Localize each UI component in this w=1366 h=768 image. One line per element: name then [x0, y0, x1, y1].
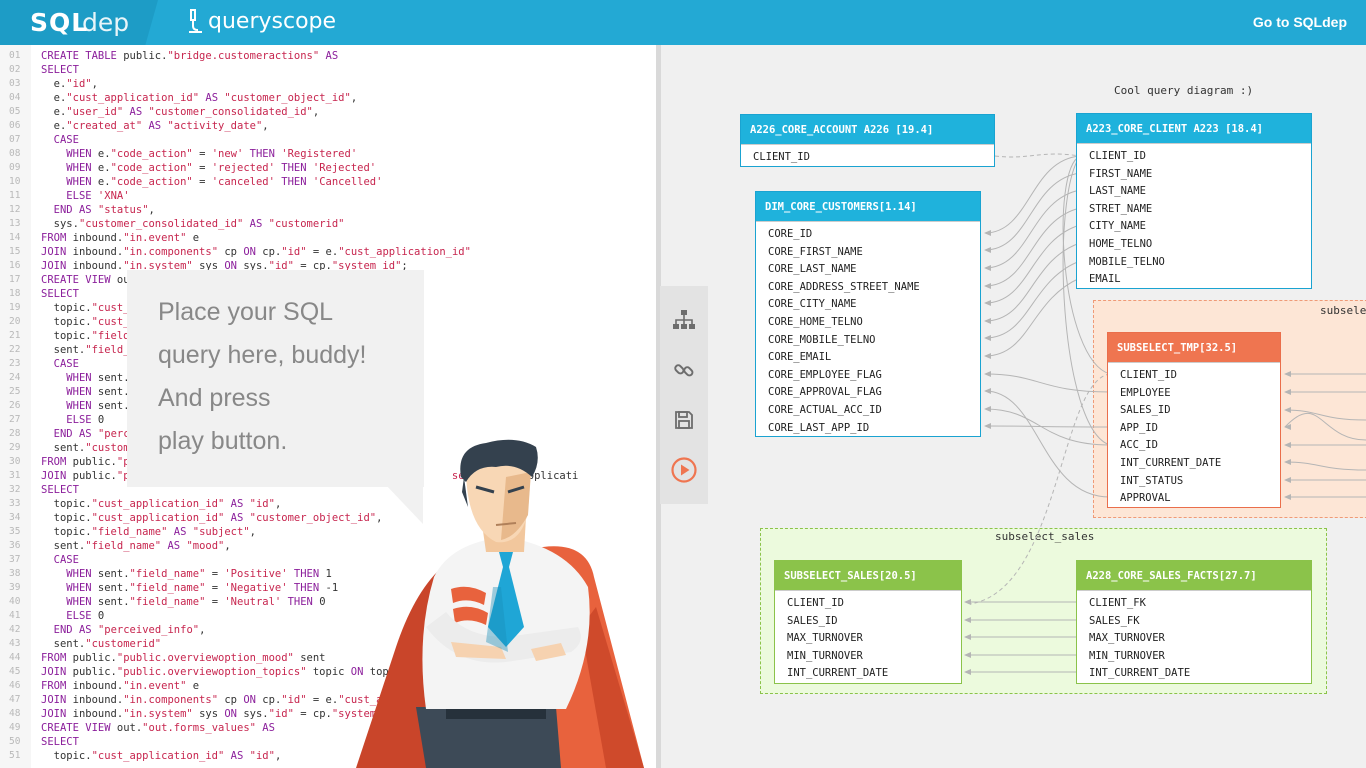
arrow	[984, 388, 991, 394]
table-subselect-tmp[interactable]: SUBSELECT_TMP[32.5] CLIENT_ID EMPLOYEE SAL…	[1107, 332, 1281, 508]
table-column[interactable]: SALES_ID	[1108, 402, 1280, 420]
arrow	[984, 318, 991, 324]
table-column[interactable]: CLIENT_ID	[1108, 367, 1280, 385]
table-column[interactable]: CORE_EMPLOYEE_FLAG	[756, 367, 980, 385]
link	[984, 224, 1081, 304]
table-a226-core-account[interactable]: A226_CORE_ACCOUNT A226 [19.4] CLIENT_ID	[740, 114, 995, 167]
table-column[interactable]: STRET_NAME	[1077, 201, 1311, 219]
table-column[interactable]: INT_STATUS	[1108, 473, 1280, 491]
table-column[interactable]: FIRST_NAME	[1077, 166, 1311, 184]
table-column[interactable]: INT_CURRENT_DATE	[775, 665, 961, 683]
table-column[interactable]: CORE_ACTUAL_ACC_ID	[756, 402, 980, 420]
table-column[interactable]: CORE_ADDRESS_STREET_NAME	[756, 279, 980, 297]
table-column[interactable]: APP_ID	[1108, 420, 1280, 438]
table-column[interactable]: CLIENT_ID	[1077, 148, 1311, 166]
table-column[interactable]: CLIENT_FK	[1077, 595, 1311, 613]
table-column[interactable]: CORE_HOME_TELNO	[756, 314, 980, 332]
table-column[interactable]: CORE_MOBILE_TELNO	[756, 332, 980, 350]
table-header[interactable]: A223_CORE_CLIENT A223 [18.4]	[1077, 114, 1311, 144]
table-column[interactable]: EMAIL	[1077, 271, 1311, 289]
arrow	[984, 406, 991, 412]
table-a228-core-sales-facts[interactable]: A228_CORE_SALES_FACTS[27.7] CLIENT_FK SAL…	[1076, 560, 1312, 684]
diagram-toolbar	[660, 286, 708, 504]
table-header[interactable]: A226_CORE_ACCOUNT A226 [19.4]	[741, 115, 994, 145]
table-column[interactable]: INT_CURRENT_DATE	[1077, 665, 1311, 683]
table-column[interactable]: CORE_ID	[756, 226, 980, 244]
arrow	[984, 230, 991, 236]
arrow	[984, 247, 991, 253]
table-column[interactable]: CLIENT_ID	[775, 595, 961, 613]
table-column[interactable]: LAST_NAME	[1077, 183, 1311, 201]
table-column[interactable]: HOME_TELNO	[1077, 236, 1311, 254]
link	[1284, 409, 1366, 421]
table-column[interactable]: MOBILE_TELNO	[1077, 254, 1311, 272]
save-icon[interactable]	[670, 406, 698, 434]
arrow	[1284, 459, 1291, 465]
link	[984, 242, 1081, 322]
table-column[interactable]: MIN_TURNOVER	[775, 648, 961, 666]
arrow	[984, 300, 991, 306]
arrow	[984, 353, 991, 359]
arrow	[1284, 477, 1291, 483]
arrow	[1284, 389, 1291, 395]
arrow	[1284, 407, 1291, 413]
table-header[interactable]: SUBSELECT_SALES[20.5]	[775, 561, 961, 591]
link	[994, 153, 1081, 158]
hierarchy-icon[interactable]	[670, 306, 698, 334]
link	[1284, 413, 1366, 441]
link-icon[interactable]	[670, 356, 698, 384]
table-column[interactable]: MAX_TURNOVER	[1077, 630, 1311, 648]
table-column[interactable]: APPROVAL	[1108, 490, 1280, 508]
arrow	[964, 669, 971, 675]
table-column[interactable]: SALES_ID	[775, 613, 961, 631]
link	[984, 189, 1081, 269]
table-column[interactable]: CORE_LAST_NAME	[756, 261, 980, 279]
arrow	[1284, 494, 1291, 500]
table-header[interactable]: SUBSELECT_TMP[32.5]	[1108, 333, 1280, 363]
table-column[interactable]: CORE_FIRST_NAME	[756, 244, 980, 262]
arrow	[964, 634, 971, 640]
table-header[interactable]: A228_CORE_SALES_FACTS[27.7]	[1077, 561, 1311, 591]
arrow	[984, 283, 991, 289]
table-header[interactable]: DIM_CORE_CUSTOMERS[1.14]	[756, 192, 980, 222]
link	[984, 373, 1111, 393]
table-column[interactable]: CORE_LAST_APP_ID	[756, 420, 980, 438]
arrow	[984, 423, 991, 429]
arrow	[984, 371, 991, 377]
table-column[interactable]: CORE_CITY_NAME	[756, 296, 980, 314]
table-column[interactable]: CORE_EMAIL	[756, 349, 980, 367]
arrow	[984, 335, 991, 341]
arrow	[984, 265, 991, 271]
table-column[interactable]: CORE_APPROVAL_FLAG	[756, 384, 980, 402]
table-subselect-sales[interactable]: SUBSELECT_SALES[20.5] CLIENT_ID SALES_ID M…	[774, 560, 962, 684]
arrow	[964, 652, 971, 658]
arrow	[964, 617, 971, 623]
table-column[interactable]: CITY_NAME	[1077, 218, 1311, 236]
table-column[interactable]: CLIENT_ID	[741, 149, 994, 167]
table-dim-core-customers[interactable]: DIM_CORE_CUSTOMERS[1.14] CORE_ID CORE_FIR…	[755, 191, 981, 437]
table-column[interactable]: MAX_TURNOVER	[775, 630, 961, 648]
table-column[interactable]: MIN_TURNOVER	[1077, 648, 1311, 666]
table-column[interactable]: SALES_FK	[1077, 613, 1311, 631]
table-a223-core-client[interactable]: A223_CORE_CLIENT A223 [18.4] CLIENT_ID FI…	[1076, 113, 1312, 289]
arrow	[964, 599, 971, 605]
link	[1284, 461, 1366, 471]
table-column[interactable]: ACC_ID	[1108, 437, 1280, 455]
arrow	[1284, 442, 1291, 448]
table-column[interactable]: INT_CURRENT_DATE	[1108, 455, 1280, 473]
arrow	[1284, 371, 1291, 377]
table-column[interactable]: EMPLOYEE	[1108, 385, 1280, 403]
play-icon[interactable]	[670, 456, 698, 484]
